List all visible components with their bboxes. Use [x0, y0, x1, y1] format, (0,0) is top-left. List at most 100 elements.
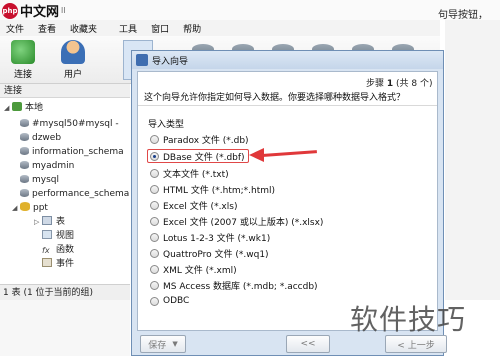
radio-excel[interactable]: Excel 文件 (*.xls): [150, 198, 237, 212]
expand-icon[interactable]: ▷: [34, 216, 42, 229]
collapse-icon[interactable]: ◢: [4, 102, 12, 115]
radio-ms-access[interactable]: MS Access 数据库 (*.mdb; *.accdb): [150, 278, 318, 292]
wizard-page: 步骤 1 (共 8 个) 这个向导允许你指定如何导入数据。你要选择哪种数据导入格…: [137, 71, 438, 331]
first-step-button[interactable]: <<: [286, 335, 330, 353]
collapse-icon[interactable]: ◢: [12, 202, 20, 215]
menu-favorites[interactable]: 收藏夹: [64, 22, 105, 35]
save-button[interactable]: 保存 ▼: [140, 335, 186, 353]
menu-tools[interactable]: 工具: [113, 22, 145, 35]
option-label: ODBC: [163, 296, 190, 306]
step-number: 1: [386, 79, 394, 89]
tree-database-selected[interactable]: ◢ ppt: [12, 202, 48, 215]
tree-node-events[interactable]: 事件: [42, 258, 74, 271]
import-type-label: 导入类型: [148, 120, 185, 130]
step-prefix: 步骤: [366, 79, 385, 89]
connect-button[interactable]: 连接: [3, 40, 43, 80]
function-icon: fx: [42, 246, 50, 255]
tree-host-label: 本地: [25, 103, 44, 113]
tree-database[interactable]: dzweb: [20, 132, 61, 145]
php-logo-icon: php: [2, 2, 18, 19]
database-icon: [20, 119, 29, 127]
radio-lotus[interactable]: Lotus 1-2-3 文件 (*.wk1): [150, 230, 270, 244]
connect-label: 连接: [13, 70, 32, 80]
radio-button[interactable]: [150, 184, 159, 194]
option-label: Excel 文件 (*.xls): [163, 201, 238, 212]
wizard-intro-text: 这个向导允许你指定如何导入数据。你要选择哪种数据导入格式？: [144, 93, 406, 103]
chevron-down-icon: ▼: [172, 340, 178, 348]
radio-button[interactable]: [150, 200, 159, 210]
option-label: HTML 文件 (*.htm;*.html): [163, 185, 276, 196]
database-label: myadmin: [32, 161, 75, 171]
site-logo: php 中文网 ll: [2, 1, 65, 20]
table-icon: [42, 216, 52, 225]
radio-button[interactable]: [150, 248, 159, 258]
radio-odbc[interactable]: ODBC: [150, 294, 189, 308]
tree-database[interactable]: information_schema: [20, 146, 124, 159]
option-label: Excel 文件 (2007 或以上版本) (*.xlsx): [163, 217, 324, 228]
radio-quattropro[interactable]: QuattroPro 文件 (*.wq1): [150, 246, 269, 260]
option-label: QuattroPro 文件 (*.wq1): [163, 249, 269, 260]
lower-panel: [0, 300, 130, 356]
database-icon: [20, 189, 29, 197]
radio-button[interactable]: [150, 134, 159, 144]
tree-database[interactable]: performance_schema: [20, 188, 129, 201]
save-label: 保存: [148, 340, 167, 351]
option-label: 文本文件 (*.txt): [163, 169, 229, 180]
user-label: 用户: [63, 70, 82, 80]
annotation-arrow-icon: [249, 148, 264, 162]
option-label: MS Access 数据库 (*.mdb; *.accdb): [163, 281, 318, 292]
radio-button[interactable]: [150, 264, 159, 274]
node-label: 事件: [56, 259, 75, 269]
tree-database[interactable]: myadmin: [20, 160, 74, 173]
radio-dbase-selected[interactable]: DBase 文件 (*.dbf): [147, 149, 249, 163]
menu-file[interactable]: 文件: [0, 22, 32, 35]
event-icon: [42, 258, 52, 267]
logo-suffix: ll: [61, 6, 66, 15]
database-label: information_schema: [32, 147, 124, 157]
database-label: performance_schema: [32, 189, 130, 199]
database-open-icon: [20, 202, 30, 211]
menu-window[interactable]: 窗口: [145, 22, 177, 35]
menu-help[interactable]: 帮助: [177, 22, 209, 35]
dialog-title: 导入向导: [152, 56, 189, 67]
host-icon: [12, 102, 22, 111]
tree-database[interactable]: mysql: [20, 174, 59, 187]
navigator-header: 连接: [0, 84, 130, 98]
radio-button-checked[interactable]: [150, 151, 159, 161]
view-icon: [42, 230, 52, 239]
database-label: mysql: [32, 175, 59, 185]
status-bar: 1 表 (1 位于当前的组): [0, 284, 130, 300]
radio-button[interactable]: [150, 216, 159, 226]
radio-text[interactable]: 文本文件 (*.txt): [150, 166, 229, 180]
database-icon: [20, 175, 29, 183]
navicat-app-icon: [136, 54, 148, 66]
option-label: XML 文件 (*.xml): [163, 265, 237, 276]
radio-button[interactable]: [150, 296, 159, 306]
radio-paradox[interactable]: Paradox 文件 (*.db): [150, 132, 249, 146]
step-suffix: (共 8 个): [396, 79, 433, 89]
dialog-titlebar[interactable]: 导入向导: [132, 51, 443, 69]
node-label: 函数: [56, 245, 75, 255]
tree-database[interactable]: #mysql50#mysql -: [20, 118, 119, 131]
database-icon: [20, 161, 29, 169]
database-icon: [20, 133, 29, 141]
tree-node-functions[interactable]: fx 函数: [42, 244, 74, 257]
radio-xml[interactable]: XML 文件 (*.xml): [150, 262, 237, 276]
radio-button[interactable]: [150, 280, 159, 290]
step-indicator: 步骤 1 (共 8 个): [366, 76, 433, 89]
radio-excel-2007[interactable]: Excel 文件 (2007 或以上版本) (*.xlsx): [150, 214, 323, 228]
database-icon: [20, 147, 29, 155]
background-hint-text: 句导按钮，: [438, 10, 488, 21]
tree-node-views[interactable]: 视图: [42, 230, 74, 243]
database-label: dzweb: [32, 133, 62, 143]
connection-icon: [11, 40, 35, 64]
tree-node-tables[interactable]: ▷ 表: [34, 216, 65, 229]
menu-view[interactable]: 查看: [32, 22, 64, 35]
node-label: 表: [56, 217, 66, 227]
user-icon: [61, 40, 85, 64]
radio-html[interactable]: HTML 文件 (*.htm;*.html): [150, 182, 275, 196]
user-button[interactable]: 用户: [53, 40, 93, 80]
radio-button[interactable]: [150, 232, 159, 242]
radio-button[interactable]: [150, 168, 159, 178]
tree-host[interactable]: ◢ 本地: [4, 102, 43, 115]
